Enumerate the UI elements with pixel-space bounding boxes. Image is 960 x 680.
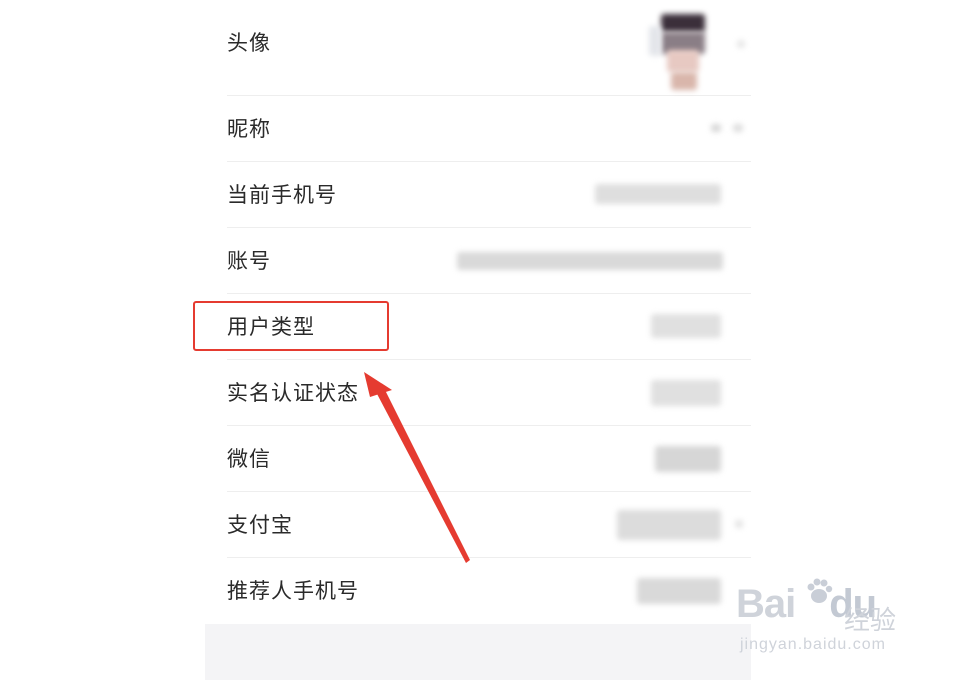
profile-row-wechat[interactable]: 微信 [227,426,751,492]
watermark-product: 经验 [844,606,897,636]
nickname-value [711,124,721,132]
row-label-account: 账号 [227,249,271,273]
wechat-value [655,446,721,472]
profile-row-nickname[interactable]: 昵称 [227,96,751,162]
alipay-value [617,510,721,540]
profile-row-verification[interactable]: 实名认证状态 [227,360,751,426]
referrer-phone-value [637,578,721,604]
avatar[interactable] [641,6,723,90]
chevron-right-icon [733,124,743,132]
verification-value [651,380,721,406]
baidu-logo: Bai du [736,582,877,627]
account-value [457,252,723,270]
profile-panel: 头像 昵称 当前手机号 账号 用户类型 实名认证状态 微信 支付宝 推荐人手机号 [205,0,751,680]
profile-row-referrer-phone[interactable]: 推荐人手机号 [227,558,751,624]
profile-row-user-type[interactable]: 用户类型 [227,294,751,360]
profile-row-avatar[interactable]: 头像 [227,0,751,96]
baidu-jingyan-watermark: Bai du 经验 jingyan.baidu.com [736,572,926,668]
row-label-user-type: 用户类型 [227,315,315,339]
paw-icon [807,578,833,603]
chevron-right-icon [735,520,743,528]
current-phone-value [595,184,721,204]
row-label-avatar: 头像 [227,31,271,55]
row-label-wechat: 微信 [227,447,271,471]
footer-band [205,624,751,680]
row-label-verification: 实名认证状态 [227,381,359,405]
row-label-referrer-phone: 推荐人手机号 [227,579,359,603]
profile-row-current-phone[interactable]: 当前手机号 [227,162,751,228]
user-type-value [651,314,721,338]
watermark-brand-du: du [829,582,877,626]
row-label-nickname: 昵称 [227,117,271,141]
profile-row-alipay[interactable]: 支付宝 [227,492,751,558]
watermark-url: jingyan.baidu.com [740,636,886,653]
row-label-current-phone: 当前手机号 [227,183,337,207]
profile-row-account[interactable]: 账号 [227,228,751,294]
row-label-alipay: 支付宝 [227,513,293,537]
chevron-right-icon [737,40,745,48]
